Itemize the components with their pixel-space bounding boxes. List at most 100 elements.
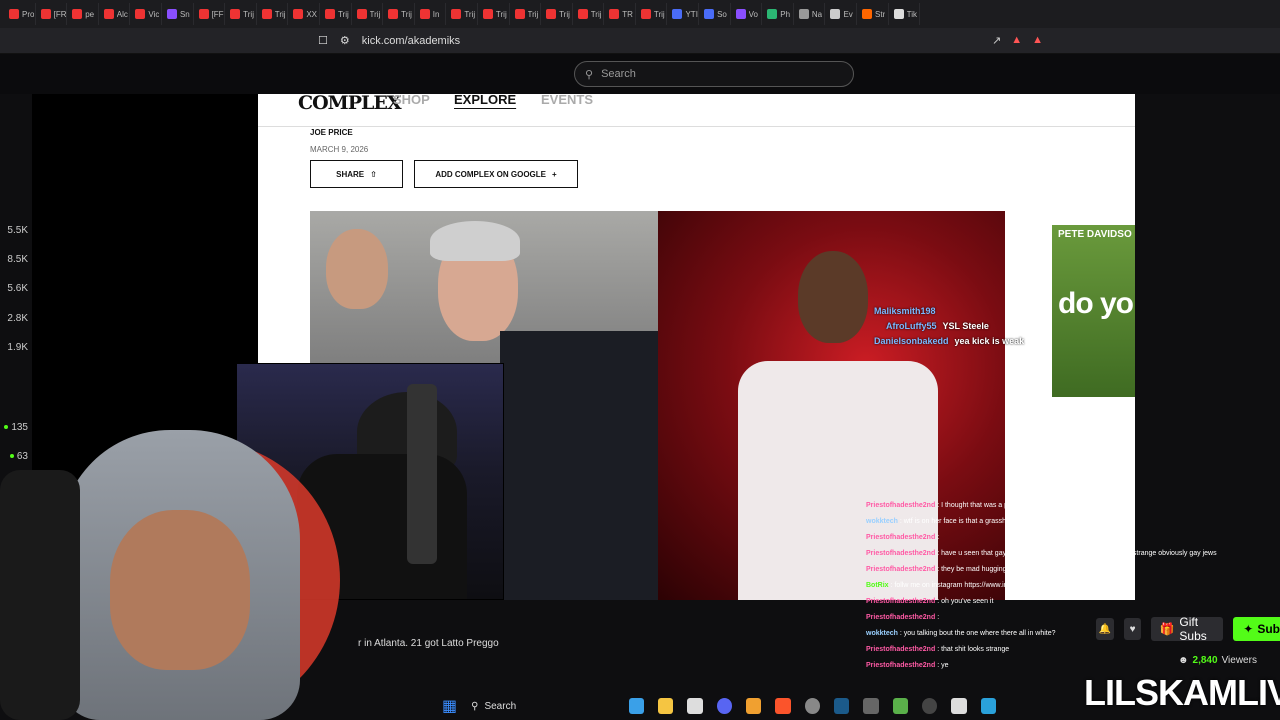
overlay-chat-user: Maliksmith198: [874, 306, 936, 316]
browser-tab[interactable]: Trij: [636, 3, 668, 25]
bookmark-icon[interactable]: ☐: [318, 34, 328, 47]
overlay-chat-line: Maliksmith198: [874, 306, 942, 316]
browser-tab[interactable]: Trij: [446, 3, 478, 25]
chat-username[interactable]: Priestofhadesthe2nd: [866, 534, 935, 541]
browser-tab[interactable]: Ph: [762, 3, 794, 25]
app-icon[interactable]: [951, 698, 967, 714]
browser-tab[interactable]: Ev: [825, 3, 858, 25]
chat-username[interactable]: BotRix: [866, 582, 889, 589]
browser-tab[interactable]: Trij: [225, 3, 257, 25]
tab-title: Trij: [527, 9, 539, 19]
browser-tab[interactable]: Sn: [162, 3, 194, 25]
followed-channel-viewers[interactable]: 1.9K: [0, 342, 28, 353]
brave-rewards-icon[interactable]: ▲: [1032, 34, 1043, 47]
nav-events[interactable]: EVENTS: [541, 94, 593, 107]
browser-tab[interactable]: [FF: [194, 3, 226, 25]
viewer-count-label: 5.6K: [7, 283, 28, 294]
app-icon[interactable]: [746, 698, 762, 714]
tab-title: XX: [306, 9, 318, 19]
steam-icon[interactable]: [834, 698, 850, 714]
nav-explore[interactable]: EXPLORE: [454, 94, 516, 107]
chat-username[interactable]: Priestofhadesthe2nd: [866, 614, 935, 621]
chat-message[interactable]: Priestofhadesthe2nd : oh you've seen it: [866, 594, 1278, 610]
browser-tab[interactable]: Vic: [130, 3, 162, 25]
followed-channel-viewers[interactable]: 5.6K: [0, 283, 28, 294]
chat-message[interactable]: Priestofhadesthe2nd : I thought that was…: [866, 498, 1278, 514]
tab-title: Tik: [906, 9, 917, 19]
browser-tab[interactable]: Trij: [573, 3, 605, 25]
add-complex-google-button[interactable]: ADD COMPLEX ON GOOGLE +: [414, 160, 578, 188]
chat-username[interactable]: Priestofhadesthe2nd: [866, 566, 935, 573]
chat-username[interactable]: Priestofhadesthe2nd: [866, 598, 935, 605]
browser-tab[interactable]: YTI: [667, 3, 700, 25]
chat-message[interactable]: Priestofhadesthe2nd :: [866, 530, 1278, 546]
gift-icon: 🎁: [1159, 622, 1175, 636]
search-input[interactable]: ⚲ Search: [574, 61, 854, 87]
share-button[interactable]: SHARE ⇧: [310, 160, 403, 188]
site-info-icon[interactable]: ⚙: [340, 34, 350, 47]
chat-message[interactable]: Priestofhadesthe2nd : they be mad huggin…: [866, 562, 1278, 578]
overlay-chat-user: AfroLuffy55: [886, 321, 937, 331]
browser-tab[interactable]: Str: [857, 3, 889, 25]
url-field[interactable]: kick.com/akademiks: [362, 35, 460, 47]
chat-username[interactable]: Priestofhadesthe2nd: [866, 502, 935, 509]
browser-tab[interactable]: Na: [794, 3, 826, 25]
store-icon[interactable]: [687, 698, 703, 714]
nav-shop[interactable]: SHOP: [393, 94, 430, 107]
browser-tab[interactable]: Trij: [478, 3, 510, 25]
browser-tab[interactable]: Trij: [383, 3, 415, 25]
browser-tab[interactable]: Alc: [99, 3, 131, 25]
followed-channel-viewers[interactable]: 2.8K: [0, 313, 28, 324]
taskbar-search[interactable]: ⚲ Search: [471, 701, 615, 712]
browser-tab[interactable]: In: [415, 3, 447, 25]
browser-tab[interactable]: [FR: [36, 3, 68, 25]
chat-username[interactable]: wokktech: [866, 518, 898, 525]
share-page-icon[interactable]: ↗: [992, 34, 1001, 47]
notification-bell-icon[interactable]: 🔔: [1096, 618, 1114, 640]
taskbar-search-label: Search: [484, 700, 517, 712]
follow-heart-icon[interactable]: ♥: [1123, 618, 1142, 640]
chat-message[interactable]: BotRix : follw me on instagram https://w…: [866, 578, 1278, 594]
chat-username[interactable]: Priestofhadesthe2nd: [866, 550, 935, 557]
browser-tab[interactable]: pe: [67, 3, 99, 25]
browser-tab[interactable]: TR: [604, 3, 636, 25]
overlay-chat-line: AfroLuffy55 YSL Steele: [886, 321, 989, 331]
app-icon[interactable]: [863, 698, 879, 714]
copilot-icon[interactable]: [628, 698, 645, 714]
windows-start-icon[interactable]: ▦: [442, 696, 457, 716]
browser-tab[interactable]: Vo: [731, 3, 763, 25]
article-date: MARCH 9, 2026: [310, 145, 369, 154]
browser-tab[interactable]: Trij: [541, 3, 573, 25]
browser-tab[interactable]: Trij: [510, 3, 542, 25]
chat-username[interactable]: Priestofhadesthe2nd: [866, 662, 935, 669]
tab-favicon-icon: [9, 9, 19, 19]
file-explorer-icon[interactable]: [658, 698, 674, 714]
chat-message[interactable]: wokktech : wtf is on her face is that a …: [866, 514, 1278, 530]
advertisement[interactable]: PETE DAVIDSO do yo: [1052, 225, 1135, 397]
overlay-chat-message: yea kick is weak: [954, 336, 1025, 346]
browser-tab[interactable]: Trij: [352, 3, 384, 25]
viewer-number: 2,840: [1192, 655, 1218, 666]
browser-tab[interactable]: XX: [288, 3, 320, 25]
browser-tab[interactable]: So: [699, 3, 731, 25]
brave-shield-icon[interactable]: ▲: [1011, 34, 1022, 47]
browser-tab[interactable]: Trij: [320, 3, 352, 25]
subscribe-button[interactable]: ✦ Sub: [1233, 617, 1280, 641]
followed-channel-viewers[interactable]: 5.5K: [0, 225, 28, 236]
viewer-label: Viewers: [1221, 655, 1257, 666]
chat-username[interactable]: wokktech: [866, 630, 898, 637]
chat-message[interactable]: Priestofhadesthe2nd : have u seen that g…: [866, 546, 1278, 562]
gift-subs-button[interactable]: 🎁 Gift Subs: [1151, 615, 1224, 643]
followed-channel-viewers[interactable]: 8.5K: [0, 254, 28, 265]
chat-username[interactable]: Priestofhadesthe2nd: [866, 646, 935, 653]
app-4k-icon[interactable]: [922, 698, 938, 714]
browser-tab[interactable]: Pro: [4, 3, 36, 25]
obs-icon[interactable]: [804, 698, 821, 714]
brave-browser-icon[interactable]: [775, 698, 791, 714]
telegram-icon[interactable]: [980, 698, 997, 714]
app-icon[interactable]: [892, 698, 909, 714]
browser-tab[interactable]: Tik: [889, 3, 921, 25]
discord-icon[interactable]: [716, 698, 733, 714]
browser-tab[interactable]: Trij: [257, 3, 289, 25]
tab-favicon-icon: [640, 9, 651, 19]
